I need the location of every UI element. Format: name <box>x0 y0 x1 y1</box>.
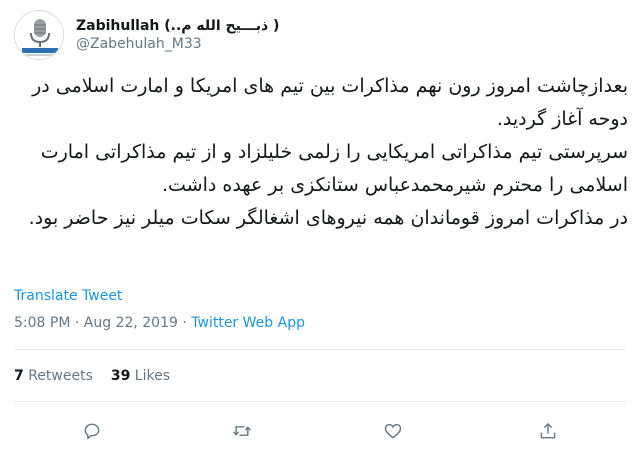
meta-separator: · <box>177 315 192 331</box>
tweet-paragraph: بعدازچاشت امروز رون نهم مذاکرات بین تیم … <box>32 75 628 130</box>
retweets-label: Retweets <box>23 368 93 384</box>
divider <box>14 349 626 350</box>
tweet-text: بعدازچاشت امروز رون نهم مذاکرات بین تیم … <box>8 70 628 235</box>
share-button[interactable] <box>535 418 561 444</box>
tweet-paragraph: سرپرستی تیم مذاکراتی امریکایی را زلمی خل… <box>40 141 628 196</box>
retweet-button[interactable] <box>229 418 255 444</box>
source-app-link[interactable]: Twitter Web App <box>191 315 305 331</box>
likes-count: 39 <box>110 368 131 384</box>
retweets-stat[interactable]: 7 Retweets <box>14 368 93 384</box>
heart-icon <box>384 423 402 439</box>
retweets-count: 7 <box>14 368 24 384</box>
tweet-paragraph: در مذاکرات امروز قوماندان همه نیروهای اش… <box>28 207 628 229</box>
translate-tweet-link[interactable]: Translate Tweet <box>14 288 122 304</box>
reply-icon <box>84 423 100 440</box>
tweet-meta: 5:08 PM · Aug 22, 2019 · Twitter Web App <box>14 315 305 331</box>
retweet-icon <box>233 426 251 436</box>
tweet-timestamp[interactable]: 5:08 PM · Aug 22, 2019 <box>14 315 178 331</box>
author-handle[interactable]: @Zabehulah_M33 <box>76 36 202 52</box>
likes-stat[interactable]: 39 Likes <box>111 368 170 384</box>
reply-button[interactable] <box>79 418 105 444</box>
author-name-line[interactable]: Zabihullah (..ذبـــیح الله م ) <box>76 15 279 35</box>
author-display-name[interactable]: Zabihullah (..ذبـــیح الله م ) <box>76 18 279 34</box>
likes-label: Likes <box>130 368 171 384</box>
action-bar <box>0 418 640 446</box>
divider <box>14 401 626 402</box>
tweet-card: Zabihullah (..ذبـــیح الله م ) @Zabehula… <box>0 0 640 453</box>
avatar[interactable] <box>14 10 64 60</box>
microphone-logo-icon <box>15 11 63 59</box>
share-icon <box>540 423 556 439</box>
tweet-stats: 7 Retweets 39 Likes <box>14 368 170 384</box>
like-button[interactable] <box>380 418 406 444</box>
